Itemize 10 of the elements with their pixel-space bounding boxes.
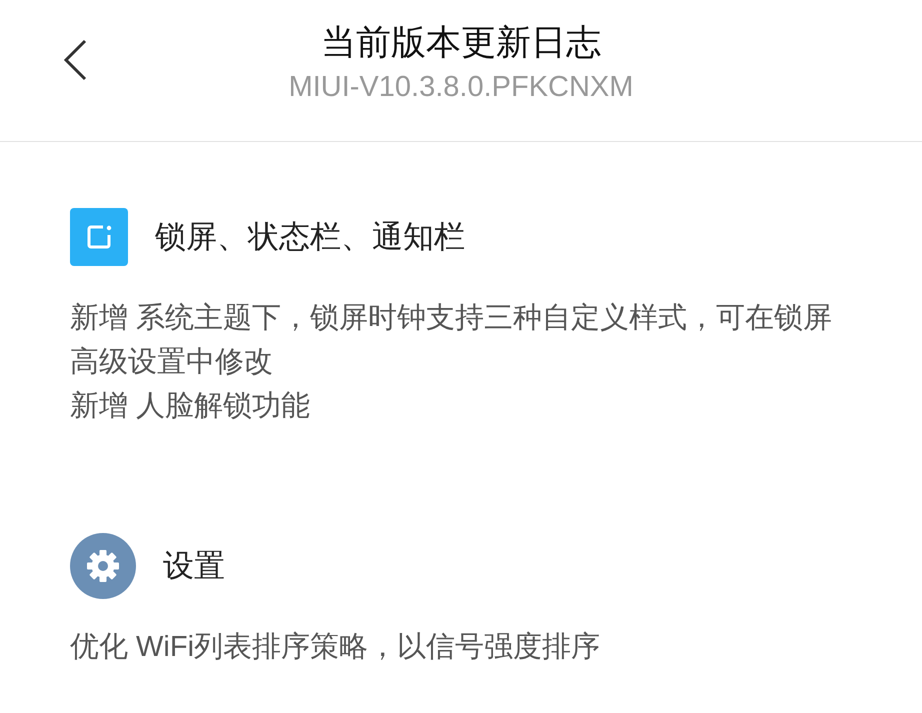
section-heading: 设置	[163, 546, 225, 585]
page-title: 当前版本更新日志	[321, 22, 601, 64]
settings-icon	[70, 533, 136, 599]
change-item: 优化 WiFi列表排序策略，以信号强度排序	[70, 630, 602, 665]
square-icon	[70, 208, 128, 266]
section-heading: 锁屏、状态栏、通知栏	[155, 218, 465, 256]
change-item: 新增 系统主题下，锁屏时钟支持三种自定义样式，可在锁屏高级设置中修改	[70, 301, 834, 380]
change-item: 新增 人脸解锁功能	[70, 389, 312, 424]
back-icon	[63, 39, 87, 81]
version-subtitle: MIUI-V10.3.8.0.PFKCNXM	[288, 70, 634, 105]
